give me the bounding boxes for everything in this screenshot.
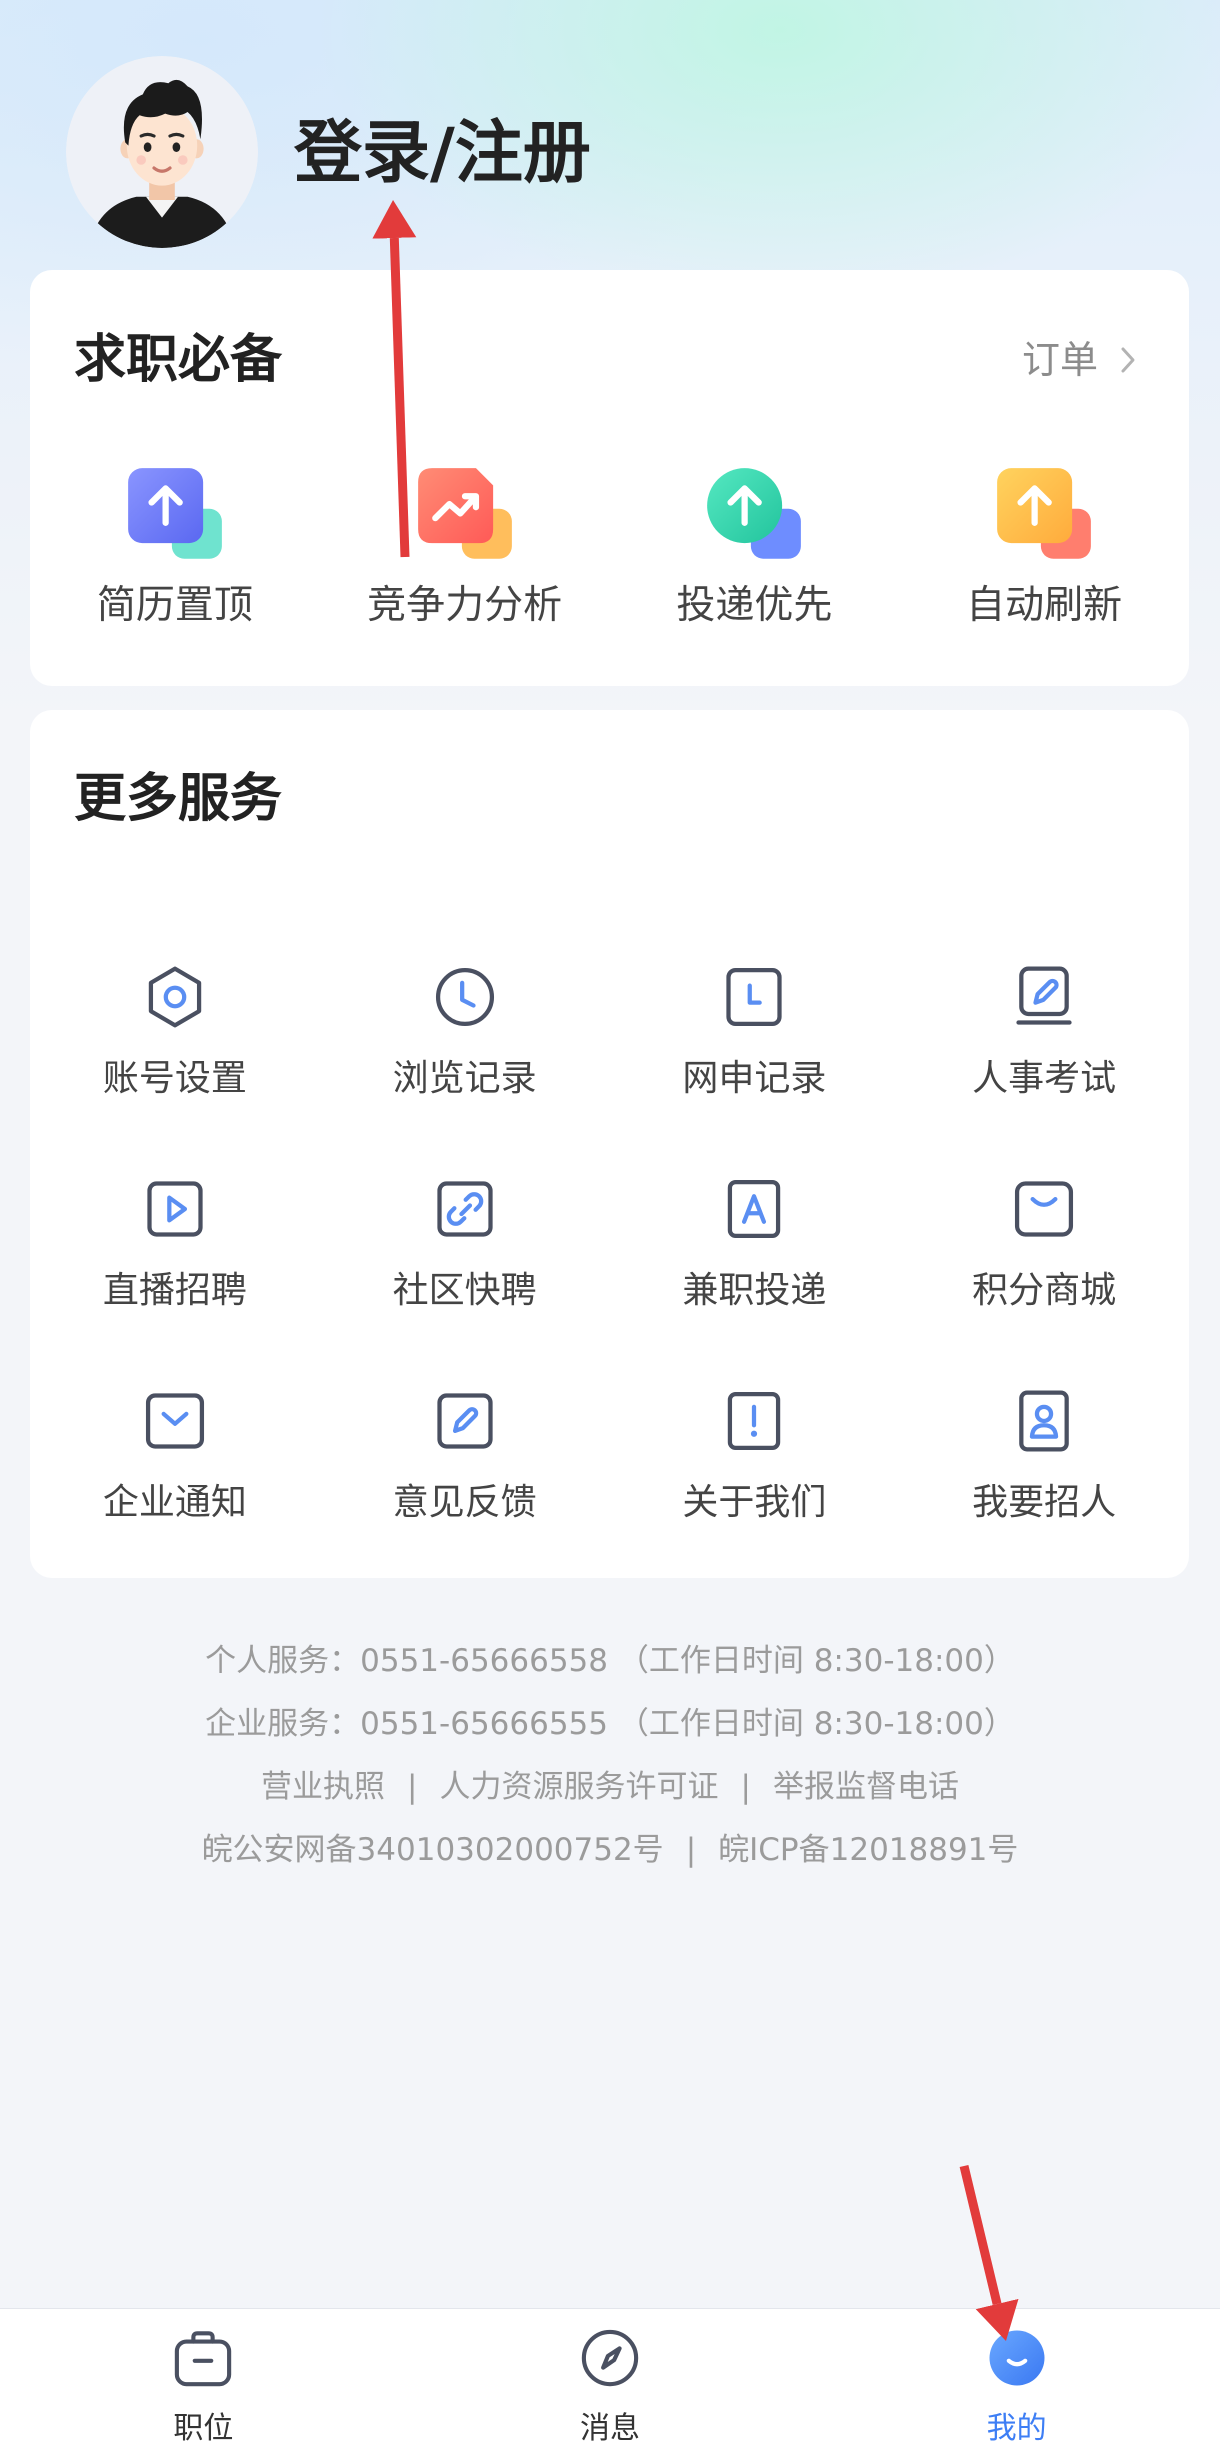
avatar[interactable] (66, 56, 258, 248)
service-item-label: 兼职投递 (682, 1270, 827, 1311)
business-license-link[interactable]: 营业执照 (261, 1769, 385, 1805)
footer-separator: | (407, 1769, 418, 1805)
service-item-points-mall[interactable]: 积分商城 (899, 1175, 1189, 1313)
auto-refresh-icon (994, 465, 1094, 565)
service-item-label: 意见反馈 (392, 1482, 537, 1523)
service-item-feedback[interactable]: 意见反馈 (320, 1387, 610, 1525)
service-item-label: 积分商城 (972, 1270, 1117, 1311)
feedback-pencil-icon (431, 1387, 499, 1455)
bottom-tab-bar: 职位 消息 我的 (0, 2308, 1220, 2461)
tab-label: 职位 (173, 2411, 234, 2446)
hr-service-license-link[interactable]: 人力资源服务许可证 (440, 1769, 719, 1805)
service-item-application-records[interactable]: 网申记录 (610, 963, 900, 1101)
mall-icon (1010, 1175, 1078, 1243)
footer-records: 皖公安网备34010302000752号 | 皖ICP备12018891号 (0, 1819, 1220, 1882)
tab-messages[interactable]: 消息 (407, 2309, 814, 2461)
clock-icon (431, 963, 499, 1031)
briefcase-icon (170, 2325, 236, 2391)
service-item-company-notices[interactable]: 企业通知 (30, 1387, 320, 1525)
profile-screen: 登录/注册 求职必备 订单 简历置顶 竞争力分析 投递优先 自动刷新 更多服务 … (0, 0, 1220, 2461)
service-item-live-recruitment[interactable]: 直播招聘 (30, 1175, 320, 1313)
essential-item-label: 自动刷新 (966, 583, 1123, 628)
settings-hexagon-icon (141, 963, 209, 1031)
login-register-link[interactable]: 登录/注册 (294, 114, 591, 194)
service-item-account-settings[interactable]: 账号设置 (30, 963, 320, 1101)
service-item-label: 直播招聘 (102, 1270, 247, 1311)
service-item-label: 网申记录 (682, 1058, 827, 1099)
service-item-part-time-apply[interactable]: 兼职投递 (610, 1175, 900, 1313)
service-item-label: 企业通知 (102, 1482, 247, 1523)
service-item-about-us[interactable]: 关于我们 (610, 1387, 900, 1525)
essential-item-label: 投递优先 (676, 583, 833, 628)
tab-me[interactable]: 我的 (813, 2309, 1220, 2461)
tab-label: 我的 (986, 2411, 1047, 2446)
footer-links: 营业执照 | 人力资源服务许可证 | 举报监督电话 (0, 1756, 1220, 1819)
section-title: 更多服务 (74, 769, 283, 829)
essential-item-priority-delivery[interactable]: 投递优先 (610, 465, 900, 630)
service-item-label: 浏览记录 (392, 1058, 537, 1099)
link-icon (431, 1175, 499, 1243)
annotation-arrow-tab-me (959, 2164, 1019, 2341)
more-services-card: 更多服务 账号设置 浏览记录 网申记录 人事考试 直播招聘 社区快聘 兼职投递 … (30, 710, 1189, 1578)
service-item-label: 关于我们 (682, 1482, 827, 1523)
compass-icon (577, 2325, 643, 2391)
essential-item-auto-refresh[interactable]: 自动刷新 (899, 465, 1189, 630)
resume-top-icon (125, 465, 225, 565)
essential-item-competitiveness-analysis[interactable]: 竞争力分析 (320, 465, 610, 630)
orders-link-label: 订单 (1021, 338, 1098, 382)
mail-notice-icon (141, 1387, 209, 1455)
chevron-right-icon (1121, 347, 1135, 373)
essentials-grid: 简历置顶 竞争力分析 投递优先 自动刷新 (30, 465, 1189, 630)
job-essentials-card: 求职必备 订单 简历置顶 竞争力分析 投递优先 自动刷新 (30, 270, 1189, 686)
orders-link[interactable]: 订单 (1022, 339, 1137, 381)
competitiveness-chart-icon (415, 465, 515, 565)
service-item-label: 账号设置 (102, 1058, 247, 1099)
recruit-person-icon (1010, 1387, 1078, 1455)
delivery-priority-icon (704, 465, 804, 565)
services-grid: 账号设置 浏览记录 网申记录 人事考试 直播招聘 社区快聘 兼职投递 积分商城 … (30, 963, 1189, 1525)
service-item-hr-exam[interactable]: 人事考试 (899, 963, 1189, 1101)
report-hotline-link[interactable]: 举报监督电话 (773, 1769, 959, 1805)
letter-a-icon (720, 1175, 788, 1243)
service-item-community-quick-hire[interactable]: 社区快聘 (320, 1175, 610, 1313)
service-item-label: 人事考试 (972, 1058, 1117, 1099)
application-record-icon (720, 963, 788, 1031)
public-security-record-link[interactable]: 皖公安网备34010302000752号 (202, 1832, 664, 1868)
essential-item-label: 简历置顶 (96, 583, 253, 628)
icp-record-link[interactable]: 皖ICP备12018891号 (718, 1832, 1018, 1868)
footer-separator: | (740, 1769, 751, 1805)
enterprise-service-hotline: 企业服务：0551-65666555 （工作日时间 8:30-18:00） (205, 1706, 1015, 1742)
personal-service-hotline: 个人服务：0551-65666558 （工作日时间 8:30-18:00） (205, 1643, 1015, 1679)
essential-item-resume-top[interactable]: 简历置顶 (30, 465, 320, 630)
essential-item-label: 竞争力分析 (367, 583, 563, 628)
info-icon (720, 1387, 788, 1455)
footer-separator: | (685, 1832, 697, 1868)
exam-icon (1010, 963, 1078, 1031)
tab-jobs[interactable]: 职位 (0, 2309, 407, 2461)
service-item-recruit[interactable]: 我要招人 (899, 1387, 1189, 1525)
footer-info: 个人服务：0551-65666558 （工作日时间 8:30-18:00） 企业… (0, 1630, 1220, 1882)
live-play-icon (141, 1175, 209, 1243)
service-item-label: 社区快聘 (392, 1270, 537, 1311)
section-title: 求职必备 (74, 330, 283, 390)
service-item-label: 我要招人 (972, 1482, 1117, 1523)
service-item-browse-history[interactable]: 浏览记录 (320, 963, 610, 1101)
cartoon-avatar-icon (66, 56, 258, 248)
tab-label: 消息 (580, 2411, 640, 2446)
profile-icon (984, 2325, 1050, 2391)
